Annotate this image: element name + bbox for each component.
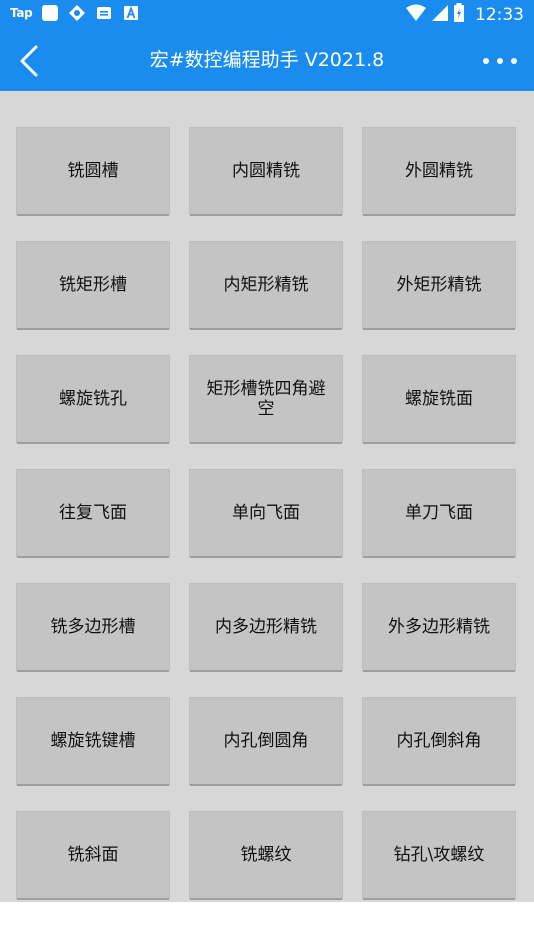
wifi-icon [405, 4, 427, 26]
bottom-blank [0, 902, 534, 950]
tool-button[interactable]: 铣斜面 [17, 812, 169, 898]
tool-button[interactable]: 铣矩形槽 [17, 242, 169, 328]
tool-button[interactable]: 螺旋铣键槽 [17, 698, 169, 784]
tool-button[interactable]: 内孔倒斜角 [363, 698, 515, 784]
tool-button[interactable]: 往复飞面 [17, 470, 169, 556]
sync-icon [68, 4, 86, 22]
tool-button[interactable]: 外圆精铣 [363, 128, 515, 214]
chevron-left-icon [20, 45, 38, 77]
tool-button[interactable]: 内多边形精铣 [190, 584, 342, 670]
app-square-icon [41, 4, 59, 22]
tool-button[interactable]: 铣圆槽 [17, 128, 169, 214]
status-time: 12:33 [475, 5, 524, 25]
tool-button[interactable]: 单刀飞面 [363, 470, 515, 556]
tool-grid-area: 铣圆槽 内圆精铣 外圆精铣 铣矩形槽 内矩形精铣 外矩形精铣 螺旋铣孔 矩形槽铣… [0, 91, 534, 902]
tool-button[interactable]: 外矩形精铣 [363, 242, 515, 328]
tool-button[interactable]: 内圆精铣 [190, 128, 342, 214]
status-system: 12:33 [405, 3, 524, 27]
back-button[interactable] [16, 44, 44, 78]
tool-button[interactable]: 钻孔\攻螺纹 [363, 812, 515, 898]
tool-button[interactable]: 内矩形精铣 [190, 242, 342, 328]
message-icon [95, 4, 113, 22]
tool-button[interactable]: 铣螺纹 [190, 812, 342, 898]
tool-button[interactable]: 单向飞面 [190, 470, 342, 556]
tool-button[interactable]: 内孔倒圆角 [190, 698, 342, 784]
tool-grid: 铣圆槽 内圆精铣 外圆精铣 铣矩形槽 内矩形精铣 外矩形精铣 螺旋铣孔 矩形槽铣… [17, 128, 515, 898]
app-bar: 宏#数控编程助手 V2021.8 [0, 30, 534, 91]
status-notifications: Tap [10, 4, 140, 22]
tool-button[interactable]: 螺旋铣面 [363, 356, 515, 442]
status-bar: Tap 12:33 [0, 0, 534, 30]
tool-button[interactable]: 矩形槽铣四角避空 [190, 356, 342, 442]
signal-icon [431, 4, 449, 26]
more-horizontal-icon [483, 58, 517, 64]
tool-button[interactable]: 螺旋铣孔 [17, 356, 169, 442]
battery-icon [453, 3, 465, 27]
tool-button[interactable]: 外多边形精铣 [363, 584, 515, 670]
more-menu-button[interactable] [480, 52, 520, 70]
page-title: 宏#数控编程助手 V2021.8 [149, 49, 385, 71]
tool-button[interactable]: 铣多边形槽 [17, 584, 169, 670]
app-a-icon [122, 4, 140, 22]
tap-label: Tap [10, 6, 33, 20]
